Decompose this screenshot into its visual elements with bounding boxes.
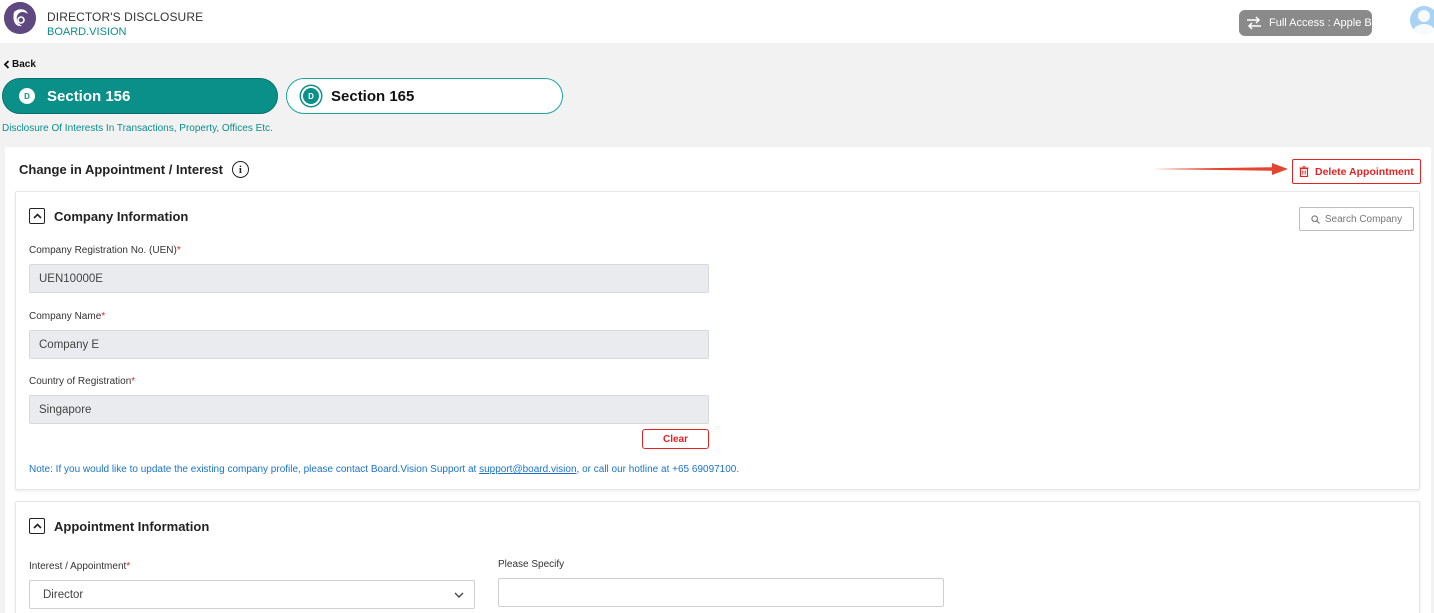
specify-label: Please Specify xyxy=(498,559,565,570)
tab-section-156[interactable]: D Section 156 xyxy=(2,78,278,114)
interest-select-value: Director xyxy=(43,588,84,601)
required-marker: * xyxy=(126,561,131,572)
delete-appointment-label: Delete Appointment xyxy=(1315,165,1414,178)
country-label: Country of Registration* xyxy=(29,376,135,387)
tab-badge: D xyxy=(303,88,319,104)
country-label-text: Country of Registration xyxy=(29,376,132,387)
country-field[interactable]: Singapore xyxy=(29,395,709,424)
required-marker: * xyxy=(131,376,136,387)
back-label: Back xyxy=(12,59,36,70)
interest-label-text: Interest / Appointment xyxy=(29,561,127,572)
collapse-icon xyxy=(29,208,45,224)
required-marker: * xyxy=(176,245,181,256)
main-card: Change in Appointment / Interest i Delet… xyxy=(5,147,1431,613)
support-note: Note: If you would like to update the ex… xyxy=(29,464,739,475)
logo-icon xyxy=(4,2,36,34)
search-icon xyxy=(1311,214,1320,224)
collapse-icon xyxy=(29,518,45,534)
uen-label: Company Registration No. (UEN)* xyxy=(29,245,181,256)
company-section-toggle[interactable]: Company Information xyxy=(29,208,188,224)
company-information-section: Company Information Search Company Compa… xyxy=(15,191,1420,490)
chevron-down-icon xyxy=(454,592,464,598)
note-suffix: , or call our hotline at +65 69097100. xyxy=(576,464,740,475)
access-switch-button[interactable]: Full Access : Apple B xyxy=(1239,10,1372,36)
arrow-icon xyxy=(1152,163,1288,175)
section-title: Company Information xyxy=(54,208,189,224)
specify-input[interactable] xyxy=(498,578,944,607)
access-label: Full Access : Apple B xyxy=(1269,17,1372,29)
page-title: Change in Appointment / Interest i xyxy=(19,161,249,178)
required-marker: * xyxy=(101,311,106,322)
clear-button[interactable]: Clear xyxy=(642,429,709,449)
tab-label: Section 165 xyxy=(331,87,415,105)
tab-label: Section 156 xyxy=(47,87,131,105)
interest-select[interactable]: Director xyxy=(29,580,475,609)
company-name-label-text: Company Name xyxy=(29,311,102,322)
page-title-text: Change in Appointment / Interest xyxy=(19,162,223,177)
tab-section-165[interactable]: D Section 165 xyxy=(286,78,563,114)
note-prefix: Note: If you would like to update the ex… xyxy=(29,464,480,475)
company-name-label: Company Name* xyxy=(29,311,105,322)
delete-appointment-button[interactable]: Delete Appointment xyxy=(1292,159,1421,184)
trash-icon xyxy=(1299,166,1309,177)
company-name-field[interactable]: Company E xyxy=(29,330,709,359)
info-icon[interactable]: i xyxy=(231,161,249,178)
tab-badge: D xyxy=(19,88,35,104)
avatar-icon[interactable] xyxy=(1410,6,1434,34)
swap-icon xyxy=(1247,16,1261,30)
section-subtitle: Disclosure Of Interests In Transactions,… xyxy=(2,123,273,134)
appointment-information-section: Appointment Information Interest / Appoi… xyxy=(15,501,1420,613)
uen-label-text: Company Registration No. (UEN) xyxy=(29,245,177,256)
support-email-link[interactable]: support@board.vision xyxy=(479,464,576,475)
top-bar: DIRECTOR'S DISCLOSURE BOARD.VISION Full … xyxy=(0,0,1434,43)
app-title: DIRECTOR'S DISCLOSURE xyxy=(47,10,204,24)
appointment-section-toggle[interactable]: Appointment Information xyxy=(29,518,209,534)
search-company-button[interactable]: Search Company xyxy=(1299,207,1414,231)
app-subtitle: BOARD.VISION xyxy=(47,26,127,38)
chevron-left-icon xyxy=(3,60,10,69)
back-link[interactable]: Back xyxy=(3,59,36,70)
section-title: Appointment Information xyxy=(54,518,210,534)
search-company-label: Search Company xyxy=(1324,213,1403,225)
interest-label: Interest / Appointment* xyxy=(29,561,130,572)
uen-field[interactable]: UEN10000E xyxy=(29,264,709,293)
